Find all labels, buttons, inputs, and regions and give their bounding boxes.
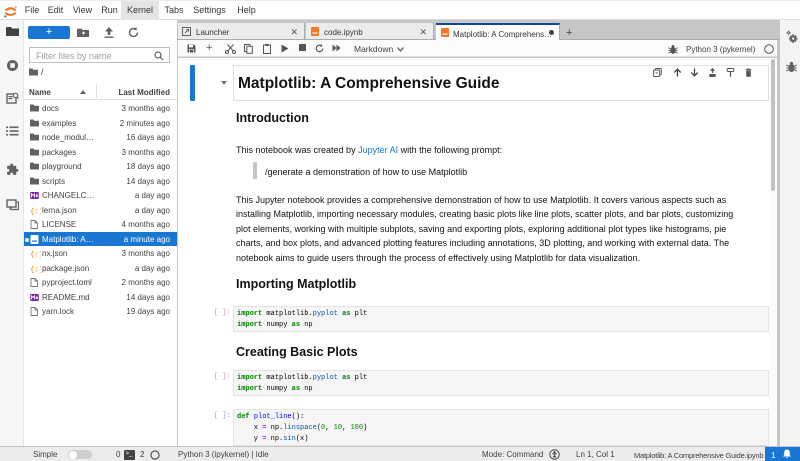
svg-text:{:}: {:} [30, 252, 41, 259]
svg-text:{:}: {:} [30, 208, 41, 215]
svg-text:{:}: {:} [30, 266, 41, 273]
